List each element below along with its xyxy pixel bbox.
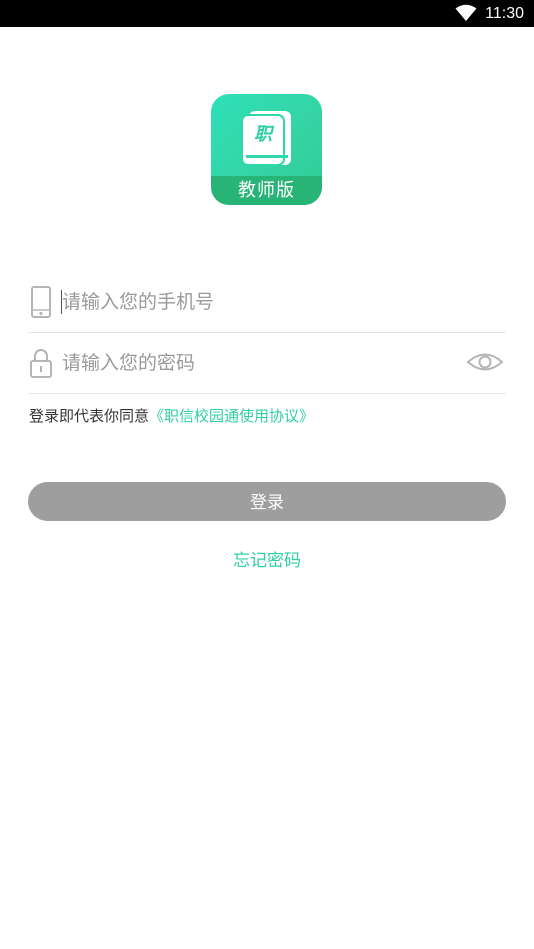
edition-label: 教师版 <box>211 176 322 205</box>
login-button[interactable]: 登录 <box>28 482 506 521</box>
book-icon: 职 <box>241 111 291 166</box>
app-logo: 职 教师版 <box>211 94 322 205</box>
login-screen: 11:30 职 教师版 登录即代表你同意《职信校园通 <box>0 0 534 949</box>
password-field-row <box>28 333 506 394</box>
password-input[interactable] <box>62 343 452 383</box>
agreement-link[interactable]: 《职信校园通使用协议》 <box>149 407 314 425</box>
phone-field-row <box>28 272 506 333</box>
status-bar: 11:30 <box>0 0 534 27</box>
phone-input[interactable] <box>62 282 452 322</box>
status-time: 11:30 <box>485 5 524 22</box>
lock-icon <box>30 349 52 378</box>
phone-icon <box>31 286 51 318</box>
eye-icon[interactable] <box>466 349 504 375</box>
wifi-icon <box>455 4 477 21</box>
agreement-prefix: 登录即代表你同意 <box>29 407 150 425</box>
agreement-text: 登录即代表你同意《职信校园通使用协议》 <box>29 405 314 427</box>
logo-book-glyph: 职 <box>254 124 275 145</box>
forgot-password-link[interactable]: 忘记密码 <box>0 549 534 573</box>
